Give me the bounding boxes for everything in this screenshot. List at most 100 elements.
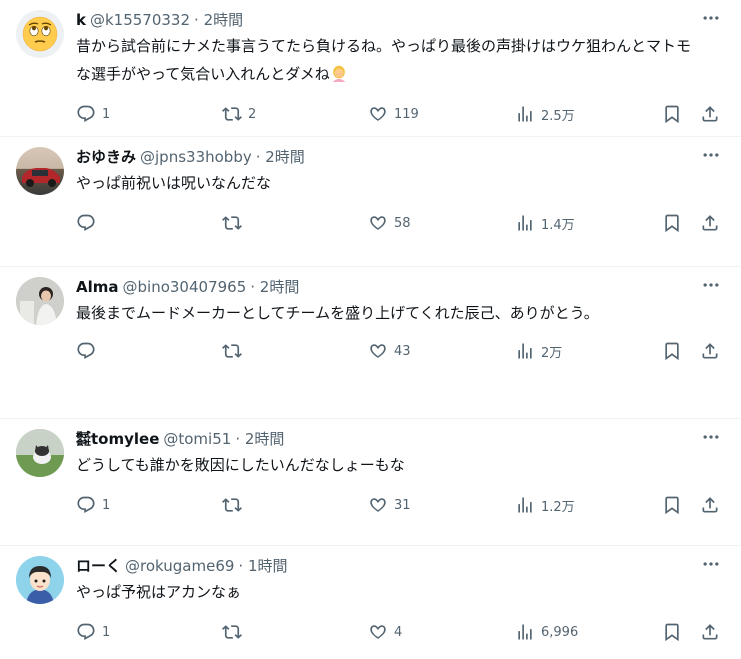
avatar[interactable]	[16, 10, 64, 58]
rolling-eyes-face-icon	[22, 16, 58, 52]
timestamp[interactable]: · 2時間	[256, 147, 305, 167]
views-button[interactable]: 2万	[515, 341, 562, 361]
display-name[interactable]: ㍿tomylee	[76, 429, 159, 449]
bookmark-button[interactable]	[662, 495, 682, 515]
view-count: 1.2万	[541, 499, 575, 515]
retweet-button[interactable]	[222, 213, 248, 233]
like-count: 119	[394, 106, 419, 122]
handle[interactable]: @bino30407965	[123, 277, 247, 297]
ellipsis-icon	[703, 16, 719, 20]
view-count: 2万	[541, 345, 563, 361]
bookmark-button[interactable]	[662, 104, 682, 124]
display-name[interactable]: Alma	[76, 277, 119, 297]
like-button[interactable]: 43	[368, 341, 411, 361]
like-button[interactable]: 58	[368, 213, 411, 233]
more-options-button[interactable]	[697, 427, 725, 447]
like-button[interactable]: 119	[368, 104, 419, 124]
tweet[interactable]: Alma @bino30407965 · 2時間 最後までムードメーカーとしてチ…	[0, 267, 741, 419]
bar-chart-icon	[518, 106, 532, 122]
timestamp[interactable]: · 1時間	[238, 556, 287, 576]
more-options-button[interactable]	[697, 145, 725, 165]
bookmark-button[interactable]	[662, 622, 682, 642]
action-bar: 1 2 119 2.5万	[0, 88, 725, 140]
retweet-button[interactable]	[222, 341, 248, 361]
heart-icon	[370, 107, 386, 121]
bookmark-button[interactable]	[662, 341, 682, 361]
share-button[interactable]	[700, 622, 720, 642]
cartoon-boy-icon	[16, 556, 64, 604]
display-name[interactable]: おゆきみ	[76, 147, 136, 167]
timestamp[interactable]: · 2時間	[250, 277, 299, 297]
more-options-button[interactable]	[697, 275, 725, 295]
like-button[interactable]: 4	[368, 622, 402, 642]
handle[interactable]: @tomi51	[163, 429, 231, 449]
tweet[interactable]: ㍿tomylee @tomi51 · 2時間 どうしても誰かを敗因にしたいんだな…	[0, 419, 741, 546]
share-button[interactable]	[700, 213, 720, 233]
share-icon	[702, 497, 718, 513]
handle[interactable]: @rokugame69	[125, 556, 234, 576]
share-button[interactable]	[700, 104, 720, 124]
retweet-icon	[222, 344, 242, 358]
view-count: 2.5万	[541, 108, 575, 124]
avatar[interactable]	[16, 556, 64, 604]
reply-button[interactable]: 1	[76, 104, 110, 124]
person-photo-icon	[16, 277, 64, 325]
tweet[interactable]: ローく @rokugame69 · 1時間 やっぱ予祝はアカンなぁ 1 4 6,…	[0, 546, 741, 659]
tweet-text: 最後までムードメーカーとしてチームを盛り上げてくれた辰己、ありがとう。	[76, 304, 599, 322]
tweet[interactable]: k @k15570332 · 2時間 昔から試合前にナメた事言うてたら負けるね。…	[0, 0, 741, 137]
share-button[interactable]	[700, 341, 720, 361]
bookmark-button[interactable]	[662, 213, 682, 233]
like-count: 58	[394, 215, 411, 231]
reply-count: 1	[102, 624, 111, 640]
view-count: 6,996	[541, 624, 579, 640]
share-button[interactable]	[700, 495, 720, 515]
like-button[interactable]: 31	[368, 495, 411, 515]
handle[interactable]: @jpns33hobby	[140, 147, 252, 167]
heart-icon	[370, 625, 386, 639]
red-car-icon	[22, 168, 60, 187]
action-bar: 1 4 6,996	[0, 606, 725, 658]
ellipsis-icon	[703, 153, 719, 157]
reply-button[interactable]	[76, 213, 102, 233]
reply-count: 1	[102, 497, 111, 513]
avatar[interactable]	[16, 277, 64, 325]
more-options-button[interactable]	[697, 8, 725, 28]
action-bar: 1 31 1.2万	[0, 479, 725, 531]
like-count: 31	[394, 497, 411, 513]
share-icon	[702, 106, 718, 122]
avatar[interactable]	[16, 429, 64, 477]
reply-button[interactable]: 1	[76, 495, 110, 515]
ellipsis-icon	[703, 562, 719, 566]
handle[interactable]: @k15570332	[90, 10, 190, 30]
reply-button[interactable]	[76, 341, 102, 361]
display-name[interactable]: ローく	[76, 556, 121, 576]
tweet-header: Alma @bino30407965 · 2時間	[76, 277, 725, 297]
reply-button[interactable]: 1	[76, 622, 110, 642]
timestamp[interactable]: · 2時間	[235, 429, 284, 449]
retweet-icon	[222, 625, 242, 639]
avatar[interactable]	[16, 147, 64, 195]
reply-count: 1	[102, 106, 111, 122]
display-name[interactable]: k	[76, 10, 86, 30]
views-button[interactable]: 1.2万	[515, 495, 575, 515]
tweet[interactable]: おゆきみ @jpns33hobby · 2時間 やっぱ前祝いは呪いなんだな 58	[0, 137, 741, 267]
tweet-text-content: 昔から試合前にナメた事言うてたら負けるね。やっぱり最後の声掛けはウケ狙わんとマト…	[76, 37, 692, 83]
tweet-text: やっぱ予祝はアカンなぁ	[76, 583, 242, 601]
retweet-button[interactable]	[222, 622, 248, 642]
tweet-text: 昔から試合前にナメた事言うてたら負けるね。やっぱり最後の声掛けはウケ狙わんとマト…	[76, 32, 725, 88]
more-options-button[interactable]	[697, 554, 725, 574]
retweet-count: 2	[248, 106, 257, 122]
retweet-icon	[222, 107, 242, 121]
timestamp[interactable]: · 2時間	[194, 10, 243, 30]
retweet-button[interactable]: 2	[222, 104, 256, 124]
action-bar: 58 1.4万	[0, 197, 725, 249]
bookmark-icon	[665, 623, 679, 642]
views-button[interactable]: 2.5万	[515, 104, 575, 124]
views-button[interactable]: 6,996	[515, 622, 578, 642]
like-count: 4	[394, 624, 403, 640]
bookmark-icon	[665, 214, 679, 233]
like-count: 43	[394, 343, 411, 359]
views-button[interactable]: 1.4万	[515, 213, 575, 233]
retweet-button[interactable]	[222, 495, 248, 515]
tweet-header: おゆきみ @jpns33hobby · 2時間	[76, 147, 725, 167]
